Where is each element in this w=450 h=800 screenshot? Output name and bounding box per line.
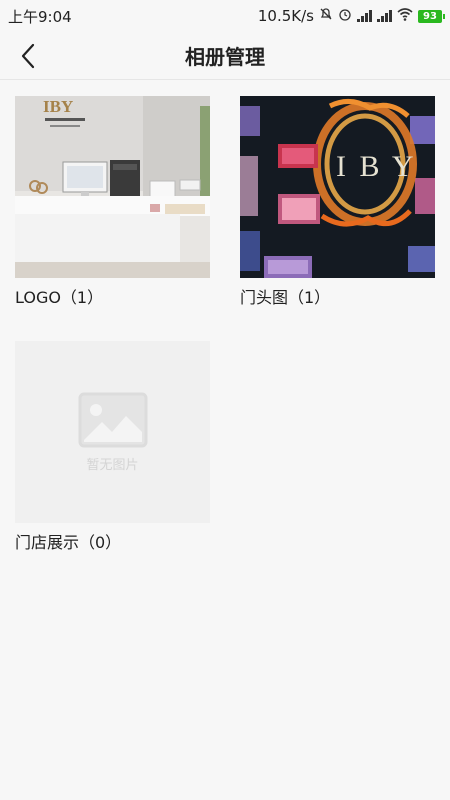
page-title: 相册管理 (185, 45, 265, 69)
empty-placeholder-text: 暂无图片 (86, 457, 139, 473)
album-thumbnail: I B Y (240, 96, 435, 278)
album-label: 门店展示（0） (15, 533, 122, 552)
back-button[interactable] (10, 38, 46, 74)
mute-alarm-icon (319, 7, 333, 25)
storefront-sign-photo: I B Y (240, 96, 435, 278)
image-placeholder-icon (78, 392, 147, 447)
network-speed: 10.5K/s (257, 7, 314, 25)
sign-text: IBY (43, 97, 73, 116)
album-thumbnail: IBY (15, 96, 210, 278)
album-item-storefront[interactable]: I B Y 门头图（1） (240, 96, 435, 308)
album-thumbnail: 暂无图片 (15, 341, 210, 523)
battery-icon: 93 (418, 9, 445, 23)
wifi-icon (397, 7, 413, 25)
album-item-store-display[interactable]: 暂无图片 门店展示（0） (15, 341, 210, 553)
status-icons: 10.5K/s 93 (257, 7, 445, 25)
album-grid: IBY LOGO（1） I B Y 门头图（1） 暂无图片 门店展示（0） (15, 96, 435, 553)
album-label: LOGO（1） (15, 288, 104, 307)
album-item-logo[interactable]: IBY LOGO（1） (15, 96, 210, 308)
album-label: 门头图（1） (240, 288, 331, 307)
status-time: 上午9:04 (8, 7, 72, 26)
status-bar: 上午9:04 10.5K/s 93 (0, 0, 450, 32)
chevron-left-icon (21, 43, 35, 69)
signal-icon-2 (377, 10, 392, 22)
office-reception-photo: IBY (15, 96, 210, 278)
sign-text: I B Y (336, 150, 417, 183)
nav-header: 相册管理 (0, 32, 450, 80)
alarm-icon (338, 7, 352, 25)
signal-icon (357, 10, 372, 22)
